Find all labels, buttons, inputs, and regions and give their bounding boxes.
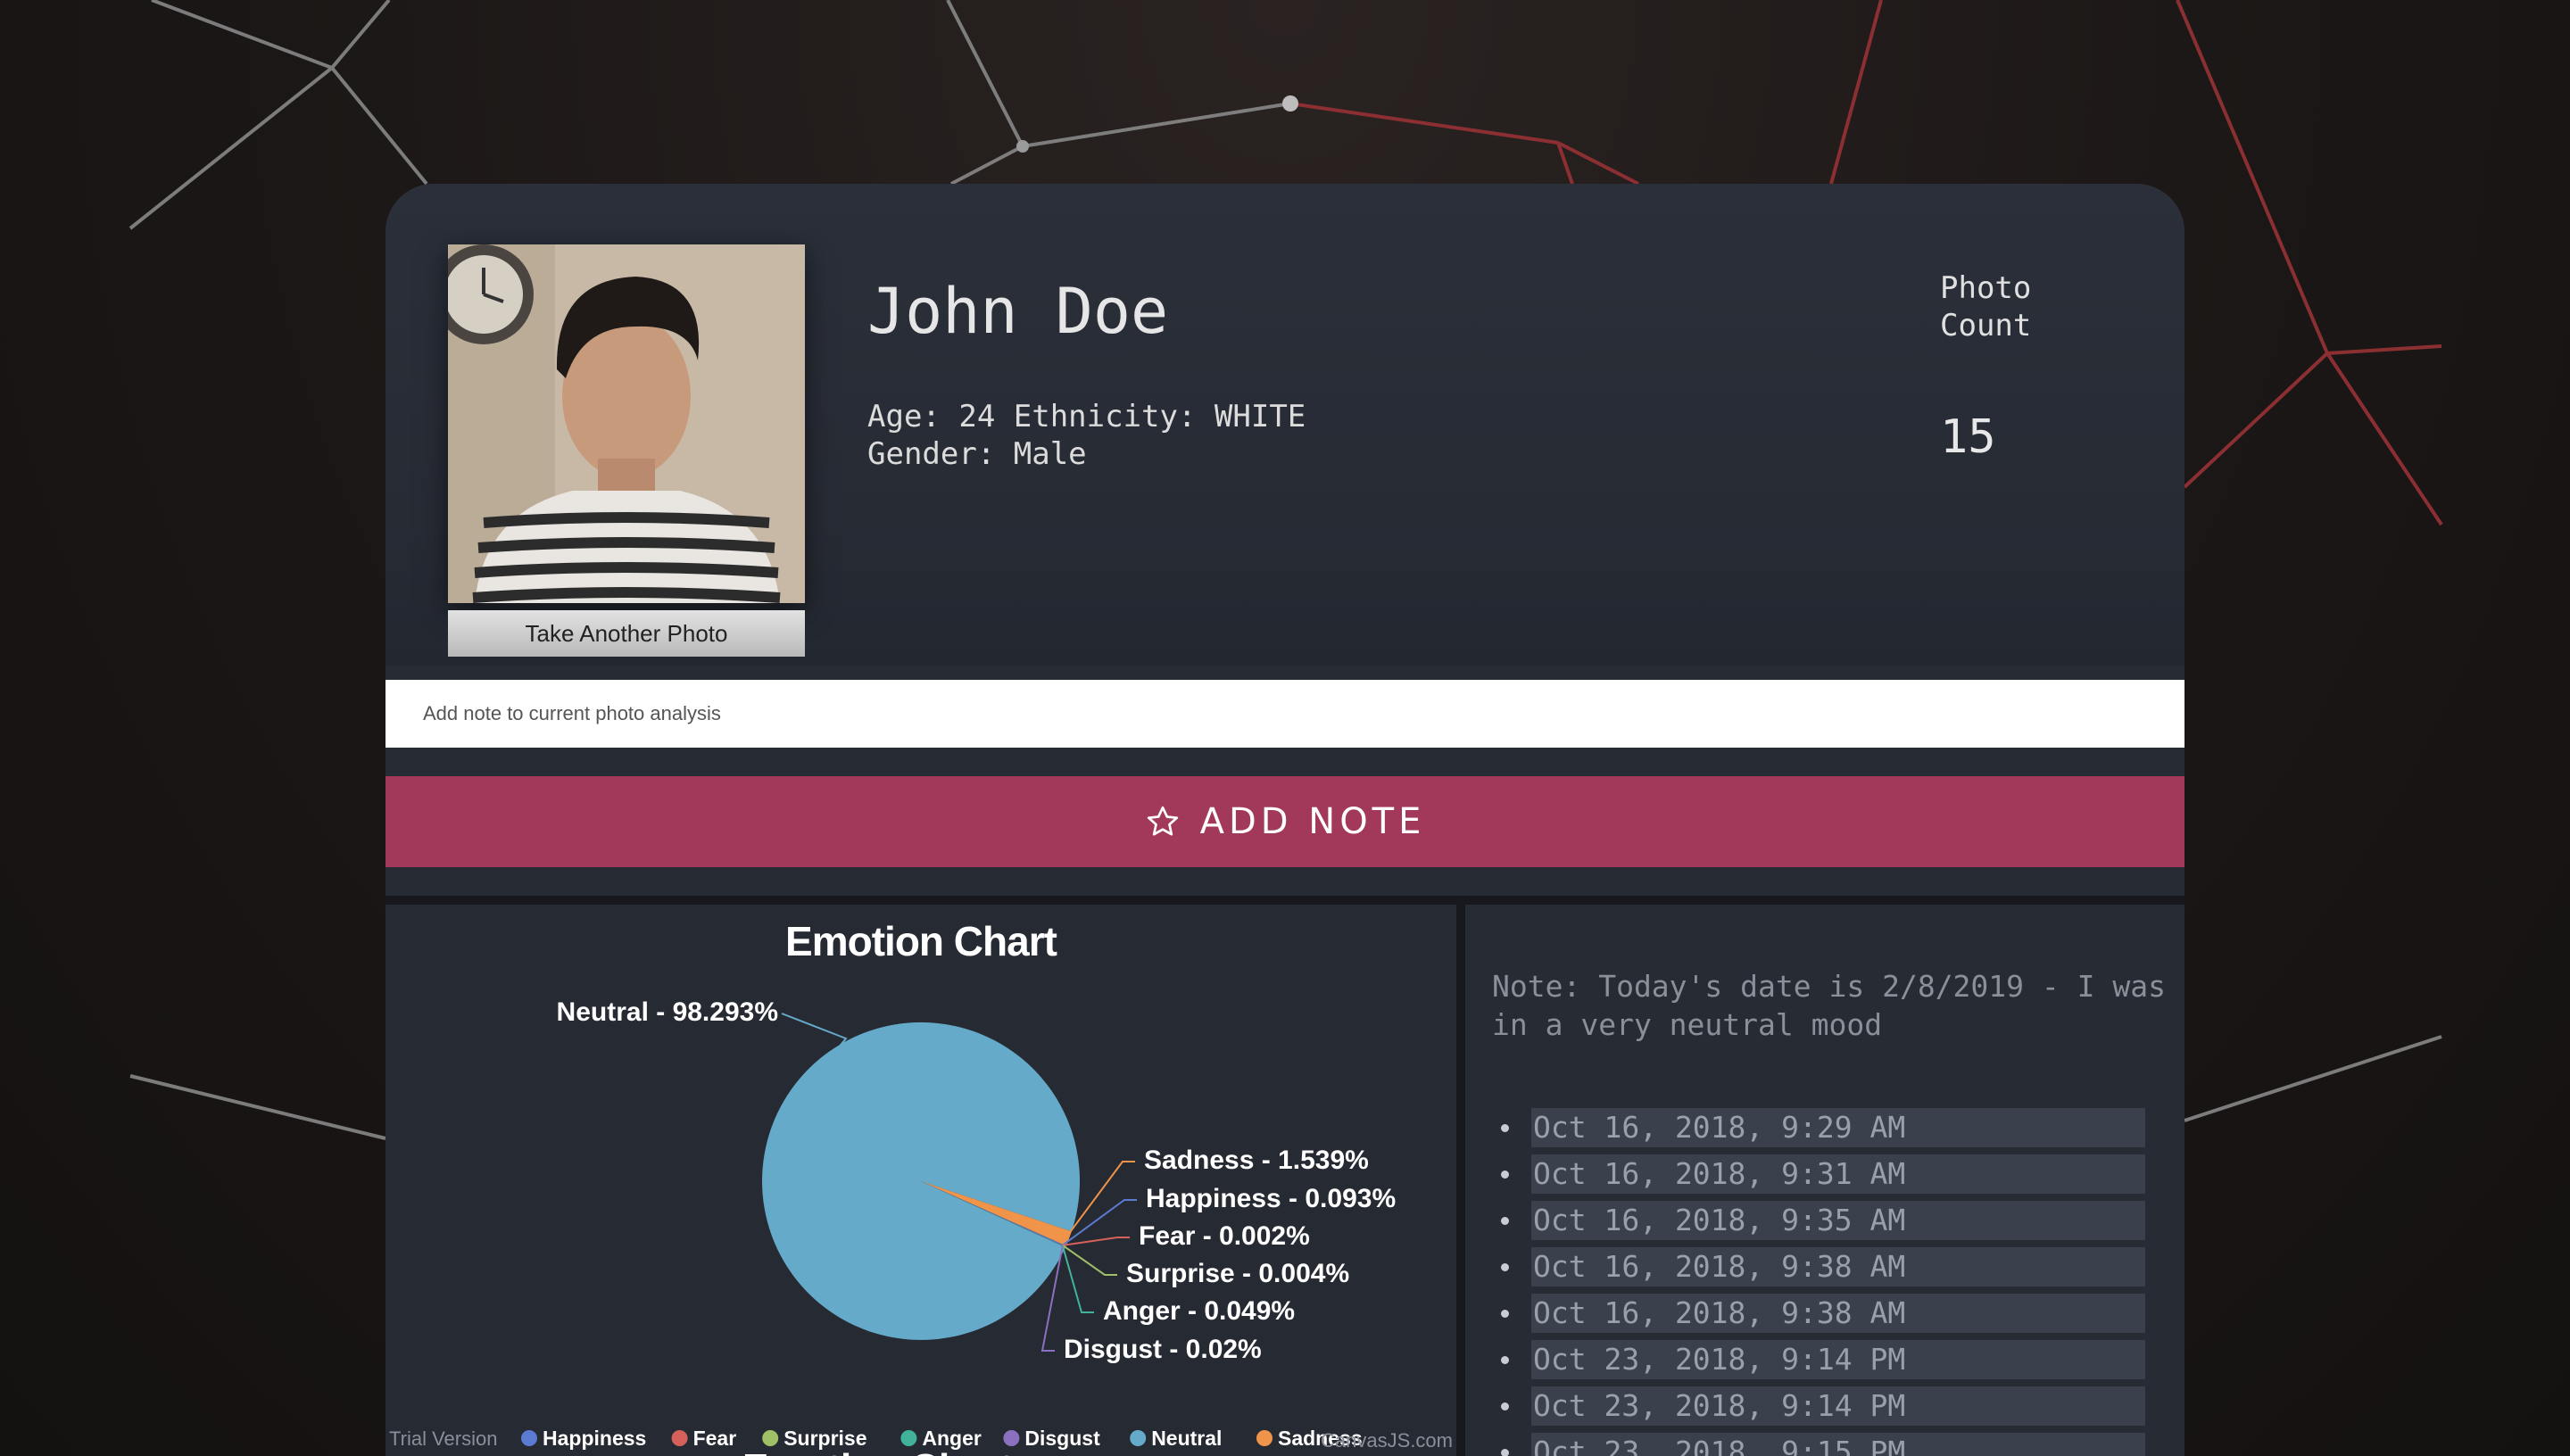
legend-marker [1130,1430,1147,1446]
pie-slice-neutral[interactable] [762,1022,1081,1340]
pie-label-anger: Anger - 0.049% [1103,1296,1295,1326]
legend-marker [1003,1430,1020,1446]
notes-panel: Note: Today's date is 2/8/2019 - I was i… [1465,905,2184,1456]
bullet-icon [1501,1171,1509,1179]
bullet-icon [1501,1449,1509,1456]
current-note-text: Note: Today's date is 2/8/2019 - I was i… [1492,969,2166,1042]
star-outline-icon [1147,806,1178,836]
bullet-icon [1501,1263,1509,1271]
history-item-date[interactable]: Oct 23, 2018, 9:14 PM [1531,1386,2145,1426]
legend-marker [671,1430,688,1446]
profile-card: Take Another Photo John Doe Age: 24 Ethn… [386,184,2184,1456]
pie-label-happiness: Happiness - 0.093% [1146,1184,1396,1213]
emotion-chart-panel: Emotion Chart Neutral - 98.293% Sadness -… [386,905,1456,1456]
profile-header: Take Another Photo John Doe Age: 24 Ethn… [386,184,2184,666]
pie-label-surprise: Surprise - 0.004% [1126,1259,1349,1288]
panel-split [1456,905,1465,1456]
user-photo [448,244,805,603]
legend-item-disgust[interactable]: Disgust [1024,1427,1100,1450]
legend-item-neutral[interactable]: Neutral [1151,1427,1222,1450]
history-item-date[interactable]: Oct 16, 2018, 9:38 AM [1531,1294,2145,1333]
pie-label-neutral: Neutral - 98.293% [557,997,778,1027]
bullet-icon [1501,1310,1509,1318]
history-item-date[interactable]: Oct 16, 2018, 9:35 AM [1531,1201,2145,1240]
history-item-date[interactable]: Oct 16, 2018, 9:29 AM [1531,1108,2145,1147]
legend-marker [1256,1430,1273,1446]
photo-count-label: Photo Count [1940,270,2032,343]
bullet-icon [1501,1402,1509,1410]
bullet-icon [1501,1124,1509,1132]
legend-marker [521,1430,537,1446]
pie-label-disgust: Disgust - 0.02% [1064,1335,1262,1364]
user-name: John Doe [867,275,1169,348]
history-item-date[interactable]: Oct 16, 2018, 9:31 AM [1531,1154,2145,1194]
bullet-icon [1501,1217,1509,1225]
gender-line: Gender: Male [867,436,1087,472]
legend-marker [762,1430,779,1446]
pie-label-fear: Fear - 0.002% [1139,1221,1310,1251]
user-demographics: Age: 24 Ethnicity: WHITE Gender: Male [867,398,1306,473]
legend-item-happiness[interactable]: Happiness [543,1427,646,1450]
pie-leader-line [1062,1245,1117,1276]
emotion-pie-chart: Neutral - 98.293% Sadness - 1.539% Happine… [389,997,1453,1456]
photo-count-value: 15 [1940,410,1996,464]
history-item-date[interactable]: Oct 16, 2018, 9:38 AM [1531,1247,2145,1286]
trial-version-text: Trial Version [389,1427,497,1450]
age-ethnicity-line: Age: 24 Ethnicity: WHITE [867,399,1306,434]
legend-marker [900,1430,917,1446]
chart-credit-text[interactable]: CanvasJS.com [1321,1429,1453,1452]
history-item-date[interactable]: Oct 23, 2018, 9:15 PM [1531,1433,2145,1456]
legend-item-fear[interactable]: Fear [693,1427,737,1450]
bullet-icon [1501,1356,1509,1364]
person-portrait-image [448,244,805,603]
add-note-button[interactable]: ADD NOTE [386,776,2184,867]
section-divider [386,896,2184,905]
history-item-date[interactable]: Oct 23, 2018, 9:14 PM [1531,1340,2145,1379]
next-chart-title: Emotion Chart [742,1446,1013,1456]
note-input[interactable] [386,680,2184,748]
add-note-label: ADD NOTE [1199,801,1426,842]
pie-label-sadness: Sadness - 1.539% [1144,1146,1369,1175]
take-another-photo-button[interactable]: Take Another Photo [448,610,805,657]
